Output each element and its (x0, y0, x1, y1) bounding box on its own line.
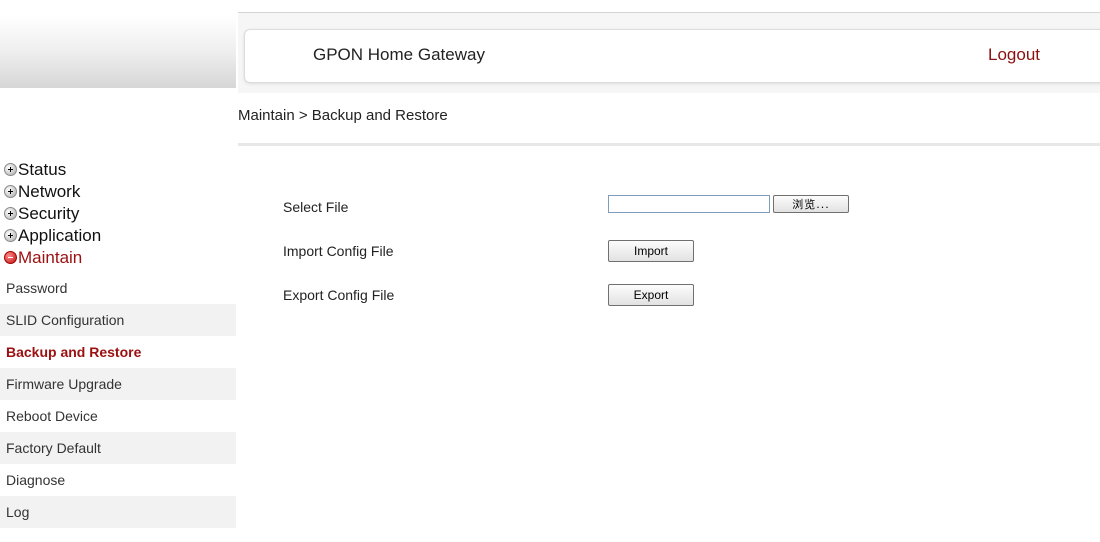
app-title: GPON Home Gateway (313, 45, 485, 64)
sidebar-item-firmware-upgrade[interactable]: Firmware Upgrade (0, 368, 236, 400)
sidebar-item-factory-default[interactable]: Factory Default (0, 432, 236, 464)
collapse-icon (4, 251, 17, 264)
sidebar-item-log[interactable]: Log (0, 496, 236, 528)
menu-label: Network (18, 181, 81, 201)
browse-button[interactable]: 浏览... (773, 195, 849, 213)
header: GPON Home Gateway Logout (238, 12, 1100, 93)
maintain-submenu: Password SLID Configuration Backup and R… (0, 272, 236, 528)
expand-icon (4, 207, 17, 220)
breadcrumb: Maintain > Backup and Restore (238, 107, 448, 124)
select-file-label: Select File (283, 199, 349, 215)
content-divider (238, 143, 1100, 146)
file-path-input[interactable] (608, 195, 770, 213)
menu-label: Security (18, 203, 80, 223)
menu-maintain[interactable]: Maintain (0, 244, 236, 271)
sidebar: Status Network Security Application Main… (0, 156, 236, 528)
expand-icon (4, 229, 17, 242)
export-config-label: Export Config File (283, 287, 395, 303)
expand-icon (4, 163, 17, 176)
sidebar-item-reboot-device[interactable]: Reboot Device (0, 400, 236, 432)
menu-label: Maintain (18, 247, 83, 267)
expand-icon (4, 185, 17, 198)
import-button[interactable]: Import (608, 240, 694, 262)
sidebar-item-diagnose[interactable]: Diagnose (0, 464, 236, 496)
logo-area (0, 16, 236, 88)
sidebar-item-slid-configuration[interactable]: SLID Configuration (0, 304, 236, 336)
import-config-label: Import Config File (283, 243, 394, 259)
header-box: GPON Home Gateway Logout (244, 29, 1100, 83)
logout-link[interactable]: Logout (988, 45, 1040, 65)
menu-label: Application (18, 225, 102, 245)
menu-label: Status (18, 159, 67, 179)
sidebar-item-backup-and-restore[interactable]: Backup and Restore (0, 336, 236, 368)
export-button[interactable]: Export (608, 284, 694, 306)
sidebar-item-password[interactable]: Password (0, 272, 236, 304)
